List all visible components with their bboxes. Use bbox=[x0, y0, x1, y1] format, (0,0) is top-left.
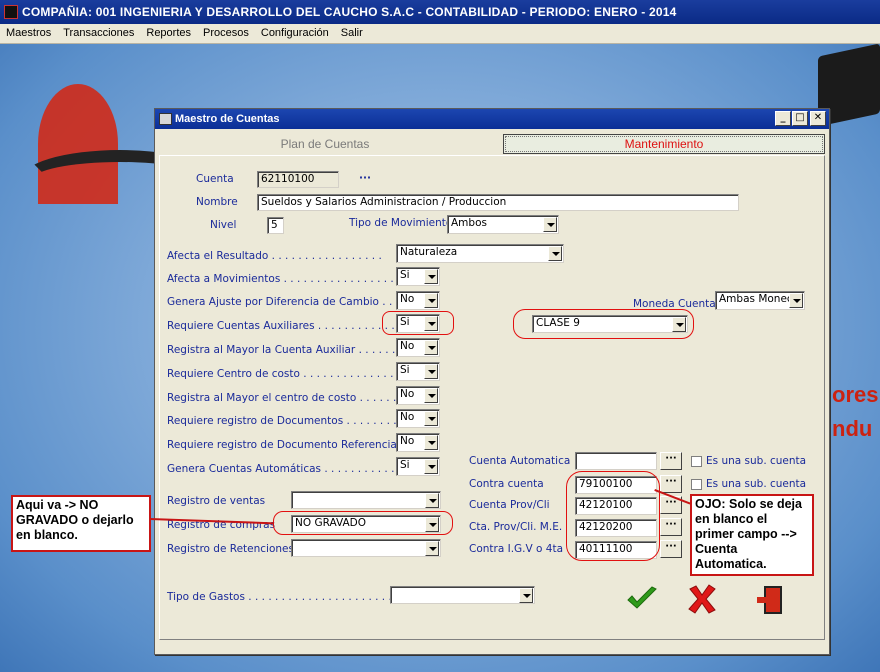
afecta-resultado-label: Afecta el Resultado . . . . . . . . . . … bbox=[167, 250, 382, 262]
menu-bar: Maestros Transacciones Reportes Procesos Con… bbox=[0, 24, 880, 44]
registro-documentos-label: Requiere registro de Documentos . . . . … bbox=[167, 415, 397, 427]
cuentas-automaticas-label: Genera Cuentas Automáticas . . . . . . .… bbox=[167, 463, 402, 475]
chevron-down-icon[interactable] bbox=[424, 435, 438, 450]
registro-retenciones-select[interactable] bbox=[291, 539, 441, 557]
annotation-oval bbox=[273, 511, 453, 535]
chevron-down-icon[interactable] bbox=[548, 246, 562, 261]
tab-strip: Plan de Cuentas Mantenimiento bbox=[157, 131, 827, 157]
tipo-gastos-label: Tipo de Gastos . . . . . . . . . . . . .… bbox=[167, 591, 419, 603]
chevron-down-icon[interactable] bbox=[424, 269, 438, 284]
cta-prov-cli-me-lookup-button[interactable]: ··· bbox=[660, 518, 682, 536]
minimize-button[interactable]: _ bbox=[775, 111, 791, 126]
cuentas-auxiliares-label: Requiere Cuentas Auxiliares . . . . . . … bbox=[167, 320, 395, 332]
cta-prov-cli-me-label: Cta. Prov/Cli. M.E. bbox=[469, 521, 563, 533]
tipo-movimiento-select[interactable]: Ambos bbox=[447, 215, 559, 234]
tab-plan-de-cuentas[interactable]: Plan de Cuentas bbox=[157, 131, 493, 157]
tipo-gastos-select[interactable] bbox=[390, 586, 535, 604]
cuenta-extra[interactable]: ··· bbox=[359, 172, 371, 184]
documento-referencia-label: Requiere registro de Documento Referenci… bbox=[167, 439, 411, 451]
mayor-centro-costo-select[interactable]: No bbox=[396, 386, 440, 405]
background-text: ores bbox=[832, 382, 879, 407]
dialog-title: Maestro de Cuentas bbox=[155, 109, 829, 129]
cuentas-automaticas-select[interactable]: Si bbox=[396, 457, 440, 476]
afecta-movimientos-label: Afecta a Movimientos . . . . . . . . . .… bbox=[167, 273, 401, 285]
menu-salir[interactable]: Salir bbox=[335, 24, 369, 42]
nivel-label: Nivel bbox=[210, 219, 237, 231]
chevron-down-icon[interactable] bbox=[424, 364, 438, 379]
mayor-centro-costo-label: Registra al Mayor el centro de costo . .… bbox=[167, 392, 403, 404]
nombre-label: Nombre bbox=[196, 196, 238, 208]
contra-igv-lookup-button[interactable]: ··· bbox=[660, 540, 682, 558]
nivel-field[interactable]: 5 bbox=[267, 217, 284, 234]
app-title-bar: COMPAÑIA: 001 INGENIERIA Y DESARROLLO DE… bbox=[0, 0, 880, 24]
menu-transacciones[interactable]: Transacciones bbox=[57, 24, 140, 42]
app-icon bbox=[4, 5, 18, 19]
menu-configuracion[interactable]: Configuración bbox=[255, 24, 335, 42]
tab-mantenimiento[interactable]: Mantenimiento bbox=[503, 134, 825, 154]
close-button[interactable]: ✕ bbox=[810, 111, 826, 126]
chevron-down-icon[interactable] bbox=[425, 541, 439, 556]
sub-cuenta-checkbox[interactable] bbox=[691, 479, 702, 490]
accept-checkmark-icon[interactable] bbox=[625, 585, 659, 613]
registro-retenciones-label: Registro de Retenciones bbox=[167, 543, 294, 555]
chevron-down-icon[interactable] bbox=[519, 588, 533, 603]
cuenta-label: Cuenta bbox=[196, 173, 234, 185]
registro-documentos-select[interactable]: No bbox=[396, 409, 440, 428]
ajuste-diferencia-cambio-select[interactable]: No bbox=[396, 291, 440, 310]
centro-costo-select[interactable]: Si bbox=[396, 362, 440, 381]
registro-ventas-label: Registro de ventas bbox=[167, 495, 266, 507]
afecta-movimientos-select[interactable]: Si bbox=[396, 267, 440, 286]
cuenta-automatica-label: Cuenta Automatica bbox=[469, 455, 571, 467]
documento-referencia-select[interactable]: No bbox=[396, 433, 440, 452]
contra-cuenta-label: Contra cuenta bbox=[469, 478, 544, 490]
cuenta-automatica-lookup-button[interactable]: ··· bbox=[660, 452, 682, 470]
nombre-field[interactable]: Sueldos y Salarios Administracion / Prod… bbox=[257, 194, 739, 211]
cuenta-field[interactable]: 62110100 bbox=[257, 171, 339, 188]
centro-costo-label: Requiere Centro de costo . . . . . . . .… bbox=[167, 368, 394, 380]
menu-reportes[interactable]: Reportes bbox=[140, 24, 197, 42]
menu-maestros[interactable]: Maestros bbox=[0, 24, 57, 42]
dialog-icon bbox=[159, 113, 172, 125]
chevron-down-icon[interactable] bbox=[424, 411, 438, 426]
menu-procesos[interactable]: Procesos bbox=[197, 24, 255, 42]
moneda-cuenta-select[interactable]: Ambas Monec bbox=[715, 291, 805, 310]
note-cuenta-automatica: OJO: Solo se deja en blanco el primer ca… bbox=[690, 494, 814, 576]
registro-ventas-select[interactable] bbox=[291, 491, 441, 509]
note-registro-compras: Aqui va -> NO GRAVADO o dejarlo en blanc… bbox=[11, 495, 151, 552]
chevron-down-icon[interactable] bbox=[425, 493, 439, 508]
ajuste-diferencia-cambio-label: Genera Ajuste por Diferencia de Cambio .… bbox=[167, 296, 406, 308]
annotation-oval bbox=[566, 471, 660, 561]
cuenta-automatica-field[interactable] bbox=[575, 452, 657, 470]
chevron-down-icon[interactable] bbox=[424, 293, 438, 308]
mayor-cuenta-auxiliar-select[interactable]: No bbox=[396, 338, 440, 357]
afecta-resultado-select[interactable]: Naturaleza bbox=[396, 244, 564, 263]
sub-cuenta-label: Es una sub. cuenta bbox=[706, 455, 807, 467]
background-text: ndu bbox=[832, 416, 873, 441]
chevron-down-icon[interactable] bbox=[424, 388, 438, 403]
chevron-down-icon[interactable] bbox=[789, 293, 803, 308]
chevron-down-icon[interactable] bbox=[424, 459, 438, 474]
annotation-oval bbox=[513, 309, 694, 339]
contra-cuenta-lookup-button[interactable]: ··· bbox=[660, 475, 682, 493]
annotation-oval bbox=[382, 311, 454, 335]
cancel-x-icon[interactable] bbox=[686, 583, 718, 615]
chevron-down-icon[interactable] bbox=[424, 340, 438, 355]
contra-igv-label: Contra I.G.V o 4ta bbox=[469, 543, 564, 555]
sub-cuenta-label: Es una sub. cuenta bbox=[706, 478, 807, 490]
exit-door-icon[interactable] bbox=[755, 583, 789, 617]
tipo-movimiento-label: Tipo de Movimiento bbox=[349, 217, 453, 229]
cuenta-prov-cli-label: Cuenta Prov/Cli bbox=[469, 499, 550, 511]
maximize-button[interactable]: □ bbox=[792, 111, 808, 126]
mayor-cuenta-auxiliar-label: Registra al Mayor la Cuenta Auxiliar . .… bbox=[167, 344, 402, 356]
chevron-down-icon[interactable] bbox=[543, 217, 557, 232]
sub-cuenta-checkbox[interactable] bbox=[691, 456, 702, 467]
